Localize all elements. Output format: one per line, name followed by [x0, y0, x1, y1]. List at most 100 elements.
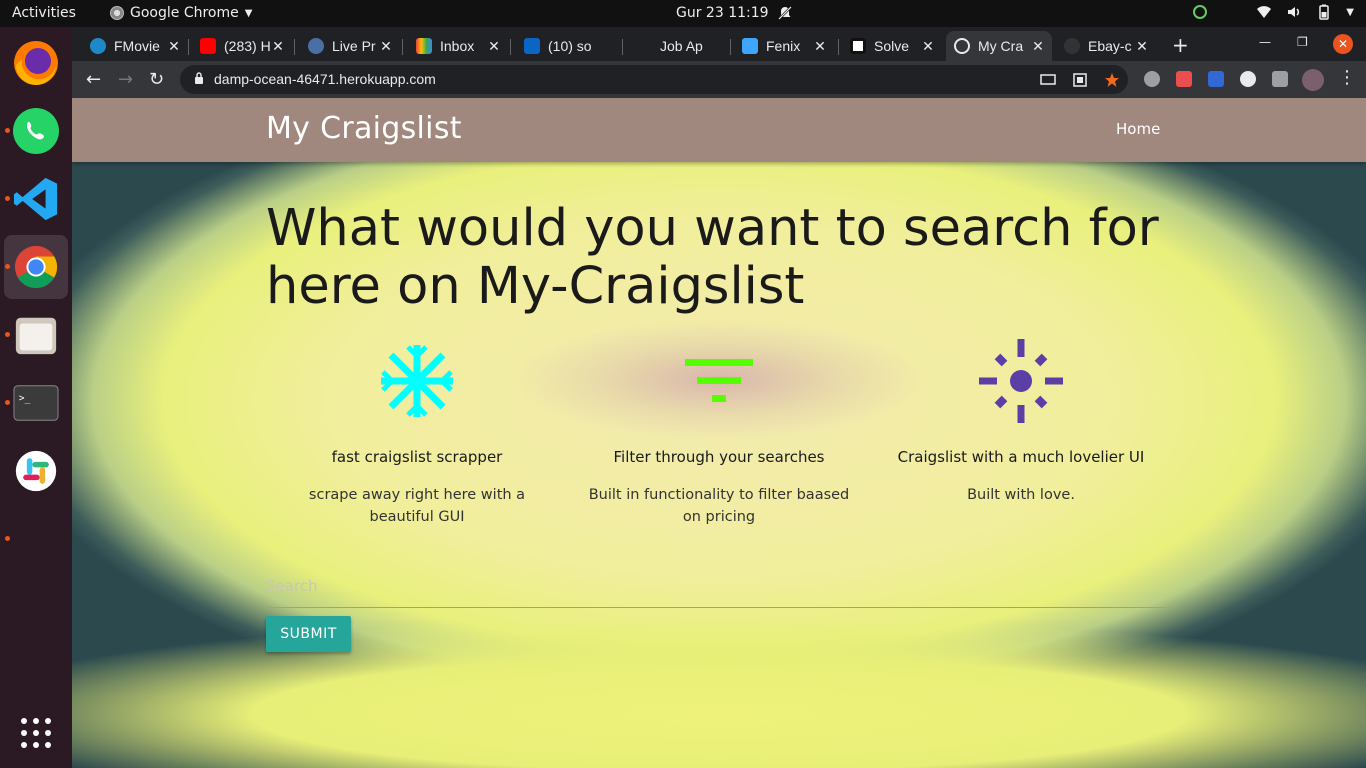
system-tray[interactable]: ▼ — [1192, 4, 1354, 20]
dock-whatsapp[interactable] — [4, 99, 68, 163]
tab-title: Fenix — [766, 38, 801, 54]
close-tab-icon[interactable]: ✕ — [812, 38, 828, 55]
tab-strip: FMovie ✕ (283) H ✕ Live Pr ✕ Inbox ✕ (10… — [72, 27, 1366, 61]
app-menu-label: Google Chrome — [130, 5, 239, 21]
tab-title: My Cra — [978, 38, 1024, 54]
search-input[interactable] — [266, 564, 1172, 608]
new-tab-button[interactable]: + — [1172, 33, 1189, 57]
feature-card: Filter through your searches Built in fu… — [568, 338, 870, 528]
extension-icon[interactable] — [1144, 71, 1160, 87]
browser-window: FMovie ✕ (283) H ✕ Live Pr ✕ Inbox ✕ (10… — [72, 27, 1366, 768]
brand-logo[interactable]: My Craigslist — [266, 111, 462, 146]
youtube-icon — [200, 38, 216, 54]
whatsapp-icon — [13, 108, 59, 154]
slack-icon — [15, 450, 57, 492]
page-title: What would you want to search for here o… — [266, 199, 1159, 316]
feature-title: Filter through your searches — [613, 448, 825, 466]
tab-ebay[interactable]: Ebay-c ✕ — [1056, 31, 1156, 61]
dock-terminal[interactable]: >_ — [4, 371, 68, 435]
live-icon — [308, 38, 324, 54]
tab-title: Ebay-c — [1088, 38, 1132, 54]
close-tab-icon[interactable]: ✕ — [1030, 38, 1046, 55]
screen-recorder-icon[interactable] — [1176, 71, 1192, 87]
forward-button[interactable]: → — [118, 69, 133, 90]
address-bar[interactable]: damp-ocean-46471.herokuapp.com — [180, 65, 1128, 94]
back-button[interactable]: ← — [86, 69, 101, 90]
close-tab-icon[interactable]: ✕ — [1134, 38, 1150, 55]
tab-youtube[interactable]: (283) H ✕ — [192, 31, 292, 61]
ip-extension-icon[interactable] — [1208, 71, 1224, 87]
vscode-icon — [13, 177, 58, 221]
activities-button[interactable]: Activities — [12, 5, 76, 21]
dock: >_ — [0, 27, 72, 768]
terminal-icon: >_ — [13, 385, 59, 421]
dock-chrome[interactable] — [4, 235, 68, 299]
bookmark-star-icon[interactable] — [1104, 72, 1120, 88]
extension-circle-icon[interactable] — [1240, 71, 1256, 87]
close-tab-icon[interactable]: ✕ — [920, 38, 936, 55]
dock-slack[interactable] — [4, 439, 68, 503]
reload-button[interactable]: ↻ — [149, 69, 164, 90]
tab-title: Solve — [874, 38, 910, 54]
running-indicator — [5, 332, 10, 337]
tab-linkedin[interactable]: (10) so — [516, 31, 616, 61]
nav-home-link[interactable]: Home — [1116, 120, 1160, 138]
close-tab-icon[interactable]: ✕ — [270, 38, 286, 55]
snowflake-icon — [381, 345, 453, 417]
running-indicator — [5, 128, 10, 133]
tab-solve[interactable]: Solve ✕ — [842, 31, 942, 61]
close-tab-icon[interactable]: ✕ — [166, 38, 182, 55]
feature-title: fast craigslist scrapper — [331, 448, 503, 466]
avatar[interactable] — [1302, 69, 1324, 91]
close-tab-icon[interactable]: ✕ — [378, 38, 394, 55]
close-tab-icon[interactable]: ✕ — [486, 38, 502, 55]
clock[interactable]: Gur 23 11:19 — [676, 5, 793, 21]
lock-icon — [195, 72, 203, 84]
fenix-icon — [742, 38, 758, 54]
battery-icon — [1319, 4, 1330, 20]
feature-description: Built in functionality to filter baased … — [588, 487, 850, 525]
fmovies-icon — [90, 38, 106, 54]
minimize-button[interactable]: — — [1259, 35, 1271, 49]
kebab-menu-icon[interactable]: ⋮ — [1338, 67, 1356, 88]
app-menu[interactable]: Google Chrome ▼ — [110, 5, 252, 21]
tab-title: (10) so — [548, 38, 592, 54]
tab-my-craigslist[interactable]: My Cra ✕ — [946, 31, 1052, 61]
tab-title: Live Pr — [332, 38, 376, 54]
apps-icon[interactable] — [1072, 72, 1088, 88]
puzzle-icon[interactable] — [1272, 71, 1288, 87]
dock-firefox[interactable] — [4, 31, 68, 95]
url-text: damp-ocean-46471.herokuapp.com — [214, 71, 436, 87]
tab-fenix[interactable]: Fenix ✕ — [734, 31, 834, 61]
dock-vscode[interactable] — [4, 167, 68, 231]
filter-icon — [685, 359, 753, 402]
close-window-button[interactable]: ✕ — [1333, 34, 1353, 54]
cast-icon[interactable] — [1040, 72, 1056, 88]
tab-live[interactable]: Live Pr ✕ — [300, 31, 400, 61]
feature-title: Craigslist with a much lovelier UI — [897, 448, 1145, 466]
volume-icon — [1288, 7, 1300, 17]
chrome-icon — [14, 245, 58, 289]
sync-icon — [1193, 5, 1208, 19]
feature-card: Craigslist with a much lovelier UI Built… — [870, 338, 1172, 506]
chevron-down-icon: ▼ — [1346, 6, 1354, 18]
tab-title: Job Ap — [660, 38, 703, 54]
tab-title: Inbox — [440, 38, 475, 54]
tab-title: FMovie — [114, 38, 160, 54]
feature-card: fast craigslist scrapper scrape away rig… — [266, 338, 568, 528]
chrome-small-icon — [110, 6, 124, 20]
tab-fmovies[interactable]: FMovie ✕ — [82, 31, 188, 61]
tab-inbox[interactable]: Inbox ✕ — [408, 31, 508, 61]
submit-button[interactable]: SUBMIT — [266, 616, 351, 652]
github-icon — [1064, 38, 1080, 54]
tab-job[interactable]: Job Ap — [628, 31, 728, 61]
show-applications[interactable] — [4, 701, 68, 765]
job-icon — [636, 38, 652, 54]
dock-files[interactable] — [4, 303, 68, 367]
maximize-button[interactable]: ❐ — [1297, 35, 1308, 49]
globe-icon — [954, 38, 970, 54]
svg-text:>_: >_ — [19, 393, 31, 404]
linkedin-icon — [524, 38, 540, 54]
firefox-icon — [14, 41, 58, 85]
feature-description: Built with love. — [967, 487, 1075, 503]
